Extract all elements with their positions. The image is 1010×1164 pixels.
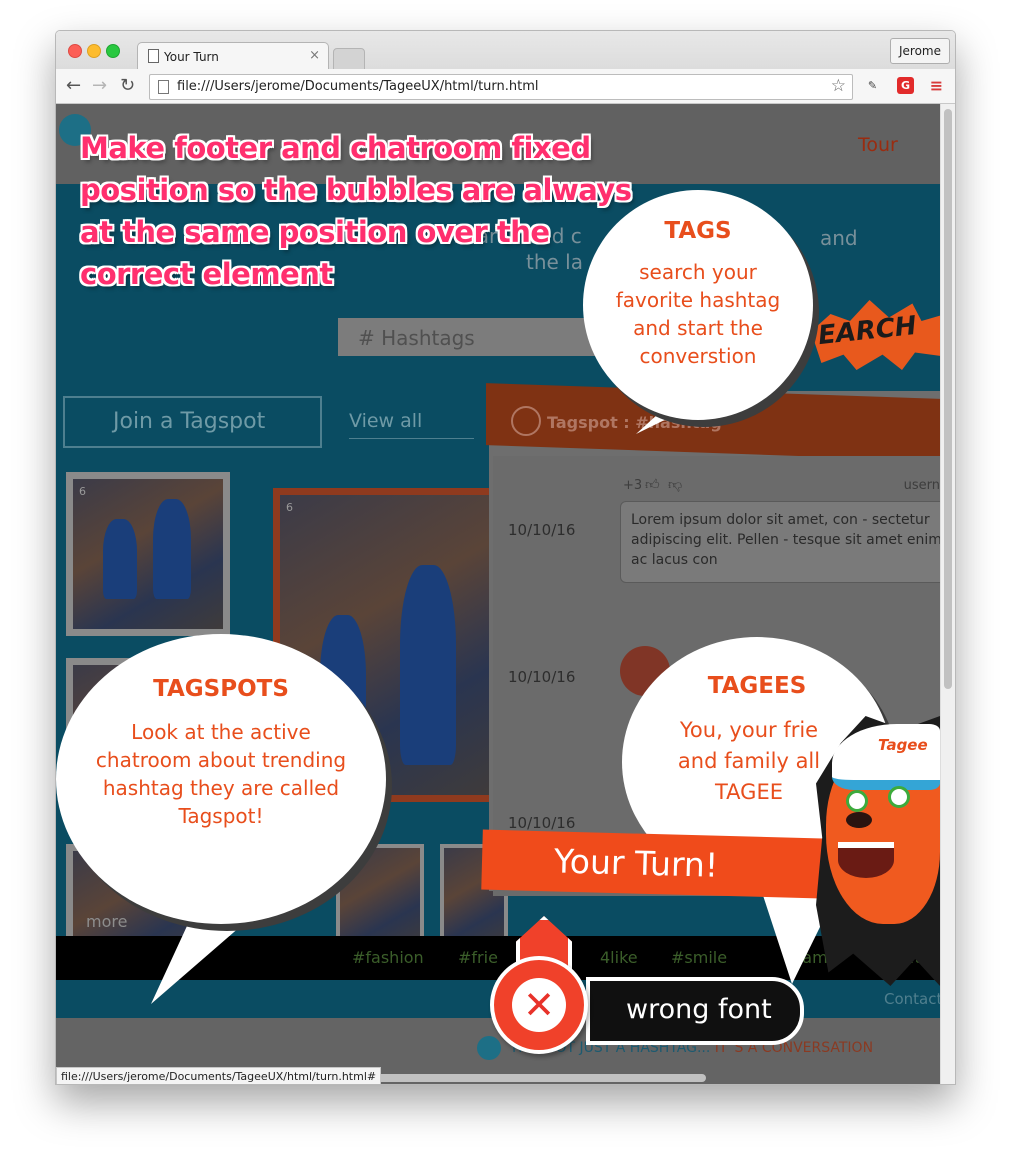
photo-comment-count: 6 bbox=[79, 485, 86, 498]
photo-comment-count: 6 bbox=[286, 501, 293, 514]
tab-title: Your Turn bbox=[164, 50, 219, 64]
hashtag-link[interactable]: #frie bbox=[458, 948, 498, 967]
hashtag-link[interactable]: #smile bbox=[671, 948, 727, 967]
tagee-cap-logo: Tagee bbox=[878, 736, 928, 754]
tagspots-bubble-text: Look at the active chatroom about trendi… bbox=[95, 720, 347, 828]
tagee-footer-logo-icon bbox=[477, 1036, 501, 1060]
browser-toolbar: ← → ↻ file:///Users/jerome/Documents/Tag… bbox=[56, 69, 955, 104]
new-tab-button[interactable] bbox=[333, 48, 365, 70]
nav-tour-link[interactable]: Tour bbox=[858, 134, 898, 156]
close-tab-icon[interactable]: × bbox=[309, 48, 320, 63]
error-x-icon: ✕ bbox=[523, 983, 555, 1027]
tagspot-image bbox=[73, 479, 223, 629]
thumbs-up-icon[interactable]: 👍︎ bbox=[645, 476, 660, 493]
grammarly-extension-icon[interactable]: G bbox=[897, 77, 914, 94]
tiger-nose bbox=[846, 812, 872, 828]
forward-arrow-icon[interactable]: → bbox=[92, 75, 107, 96]
address-bar[interactable]: file:///Users/jerome/Documents/TageeUX/h… bbox=[149, 74, 853, 100]
tiger-eye bbox=[888, 786, 910, 808]
player-figure bbox=[153, 499, 191, 599]
chat-message-text: Lorem ipsum dolor sit amet, con - sectet… bbox=[631, 512, 940, 568]
your-turn-banner[interactable]: Your Turn! bbox=[481, 829, 823, 899]
hashtag-search-input[interactable]: # Hashtags bbox=[338, 318, 598, 356]
hashtag-link[interactable]: 4like bbox=[600, 948, 638, 967]
tiger-eye bbox=[846, 790, 868, 812]
reload-icon[interactable]: ↻ bbox=[120, 75, 135, 96]
contact-link[interactable]: Contact bbox=[884, 990, 940, 1008]
back-arrow-icon[interactable]: ← bbox=[66, 75, 81, 96]
tags-bubble-text: search your favorite hashtag and start t… bbox=[615, 260, 781, 368]
message-date: 10/10/16 bbox=[508, 521, 576, 539]
chat-username: usern bbox=[903, 478, 940, 493]
maximize-window-button[interactable] bbox=[106, 44, 120, 58]
chat-message: Lorem ipsum dolor sit amet, con - sectet… bbox=[620, 501, 940, 583]
chat-bubble-icon bbox=[511, 406, 541, 436]
player-figure bbox=[103, 519, 137, 599]
bookmark-star-icon[interactable]: ☆ bbox=[831, 76, 846, 96]
vote-count: +3 bbox=[623, 478, 643, 493]
tagees-bubble-text: You, your frie and family all TAGEE bbox=[677, 718, 821, 804]
tagspots-bubble: TAGSPOTS Look at the active chatroom abo… bbox=[56, 634, 386, 924]
search-placeholder: # Hashtags bbox=[358, 326, 475, 350]
status-bar-url: file:///Users/jerome/Documents/TageeUX/h… bbox=[56, 1067, 382, 1084]
vertical-scrollbar[interactable] bbox=[940, 104, 955, 1084]
message-date: 10/10/16 bbox=[508, 814, 576, 832]
title-bar: Your Turn × Jerome bbox=[56, 31, 955, 71]
vertical-scroll-thumb[interactable] bbox=[944, 109, 952, 689]
horizontal-scroll-thumb[interactable] bbox=[366, 1074, 706, 1082]
join-tagspot-label: Join a Tagspot bbox=[113, 409, 266, 434]
hashtag-link[interactable]: #fashion bbox=[352, 948, 424, 967]
menu-icon[interactable]: ≡ bbox=[928, 77, 945, 94]
browser-window: Your Turn × Jerome ← → ↻ file:///Users/j… bbox=[55, 30, 956, 1085]
error-pin: ✕ bbox=[490, 956, 588, 1054]
annotation-note: Make footer and chatroom fixed position … bbox=[80, 131, 632, 291]
tagees-bubble-title: TAGEES bbox=[707, 673, 807, 699]
tags-bubble: TAGS search your favorite hashtag and st… bbox=[583, 190, 813, 420]
more-link[interactable]: more bbox=[86, 912, 127, 931]
message-date: 10/10/16 bbox=[508, 668, 576, 686]
profile-button[interactable]: Jerome bbox=[889, 38, 950, 64]
wrong-font-annotation: wrong font bbox=[586, 977, 804, 1045]
minimize-window-button[interactable] bbox=[87, 44, 101, 58]
thumbs-down-icon[interactable]: 👎︎ bbox=[668, 476, 682, 493]
player-figure bbox=[400, 565, 456, 765]
error-pin-inner: ✕ bbox=[512, 978, 566, 1032]
page-icon bbox=[148, 49, 159, 63]
view-all-dropdown[interactable]: View all bbox=[349, 406, 474, 439]
url-text[interactable]: file:///Users/jerome/Documents/TageeUX/h… bbox=[177, 79, 539, 94]
tagspot-thumbnail[interactable]: 6 bbox=[66, 472, 230, 636]
tab-your-turn[interactable]: Your Turn × bbox=[137, 42, 329, 71]
page-icon bbox=[158, 80, 169, 94]
view-all-label: View all bbox=[349, 410, 423, 432]
wrong-font-label: wrong font bbox=[626, 994, 772, 1025]
tagspots-bubble-title: TAGSPOTS bbox=[153, 676, 289, 702]
evernote-extension-icon[interactable]: ✎ bbox=[864, 77, 881, 94]
tags-bubble-title: TAGS bbox=[664, 218, 732, 244]
tiger-mouth bbox=[838, 842, 894, 878]
your-turn-label: Your Turn! bbox=[553, 841, 719, 885]
hero-tagline-and: and bbox=[820, 226, 858, 250]
join-tagspot-button[interactable]: Join a Tagspot bbox=[63, 396, 322, 448]
page-viewport: Tour search and c the la and # Hashtags … bbox=[56, 104, 940, 1084]
close-window-button[interactable] bbox=[68, 44, 82, 58]
